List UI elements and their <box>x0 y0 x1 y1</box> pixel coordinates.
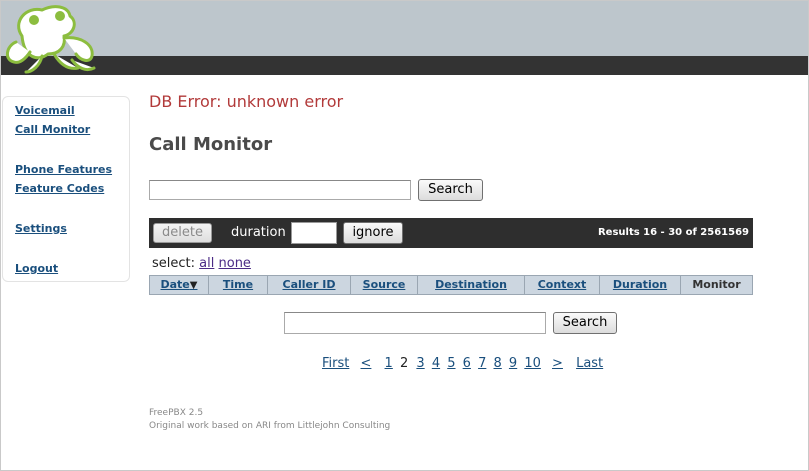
column-header-time[interactable]: Time <box>208 276 267 294</box>
sidebar-item-voicemail[interactable]: Voicemail <box>15 104 75 117</box>
sidebar-item-feature-codes[interactable]: Feature Codes <box>15 182 104 195</box>
page-title: Call Monitor <box>149 134 273 155</box>
header-banner <box>1 1 808 56</box>
pagination: First < 1 2 3 4 5 6 7 8 9 10 > Last <box>322 356 608 371</box>
footer-version: FreePBX 2.5 <box>149 408 204 418</box>
duration-label: duration <box>231 225 286 240</box>
pager-last-link[interactable]: Last <box>576 356 603 371</box>
sidebar-item-call-monitor[interactable]: Call Monitor <box>15 123 90 136</box>
db-error-message: DB Error: unknown error <box>149 92 344 111</box>
column-header-date[interactable]: Date▼ <box>150 276 208 294</box>
pager-page-7[interactable]: 7 <box>478 356 486 371</box>
column-header-monitor: Monitor <box>680 276 752 294</box>
select-controls: select: all none <box>152 256 251 271</box>
pager-prev-link[interactable]: < <box>361 356 372 371</box>
select-label: select: <box>152 256 196 271</box>
pager-page-5[interactable]: 5 <box>447 356 455 371</box>
search-input-top[interactable] <box>149 180 411 200</box>
column-header-caller-id[interactable]: Caller ID <box>267 276 350 294</box>
pager-next-link[interactable]: > <box>552 356 563 371</box>
results-toolbar: delete duration ignore Results 16 - 30 o… <box>149 218 753 248</box>
sidebar-nav: Voicemail Call Monitor Phone Features Fe… <box>2 96 130 282</box>
sidebar-item-phone-features[interactable]: Phone Features <box>15 163 112 176</box>
ignore-button[interactable]: ignore <box>343 222 403 244</box>
pager-page-6[interactable]: 6 <box>463 356 471 371</box>
pager-page-9[interactable]: 9 <box>509 356 517 371</box>
footer-credit: Original work based on ARI from Littlejo… <box>149 421 391 431</box>
column-header-context[interactable]: Context <box>524 276 599 294</box>
column-header-duration[interactable]: Duration <box>599 276 680 294</box>
results-count: Results 16 - 30 of 2561569 <box>597 227 749 238</box>
pager-page-3[interactable]: 3 <box>416 356 424 371</box>
duration-input[interactable] <box>291 222 337 244</box>
pager-page-10[interactable]: 10 <box>524 356 541 371</box>
pager-page-4[interactable]: 4 <box>432 356 440 371</box>
sort-desc-icon: ▼ <box>189 280 198 291</box>
pager-page-1[interactable]: 1 <box>385 356 393 371</box>
sidebar-item-logout[interactable]: Logout <box>15 262 58 275</box>
header-bar <box>1 56 808 75</box>
delete-button[interactable]: delete <box>153 223 212 243</box>
pager-first-link[interactable]: First <box>322 356 349 371</box>
select-none-link[interactable]: none <box>219 256 251 271</box>
column-header-destination[interactable]: Destination <box>417 276 524 294</box>
call-table-header: Date▼ Time Caller ID Source Destination … <box>149 275 753 295</box>
pager-page-8[interactable]: 8 <box>494 356 502 371</box>
search-button-top[interactable]: Search <box>418 179 483 201</box>
select-all-link[interactable]: all <box>199 256 214 271</box>
frog-logo-icon <box>6 5 96 74</box>
search-input-bottom[interactable] <box>284 312 546 334</box>
search-button-bottom[interactable]: Search <box>553 312 617 334</box>
pager-current-page: 2 <box>399 356 409 371</box>
sidebar-item-settings[interactable]: Settings <box>15 222 67 235</box>
column-header-source[interactable]: Source <box>350 276 417 294</box>
